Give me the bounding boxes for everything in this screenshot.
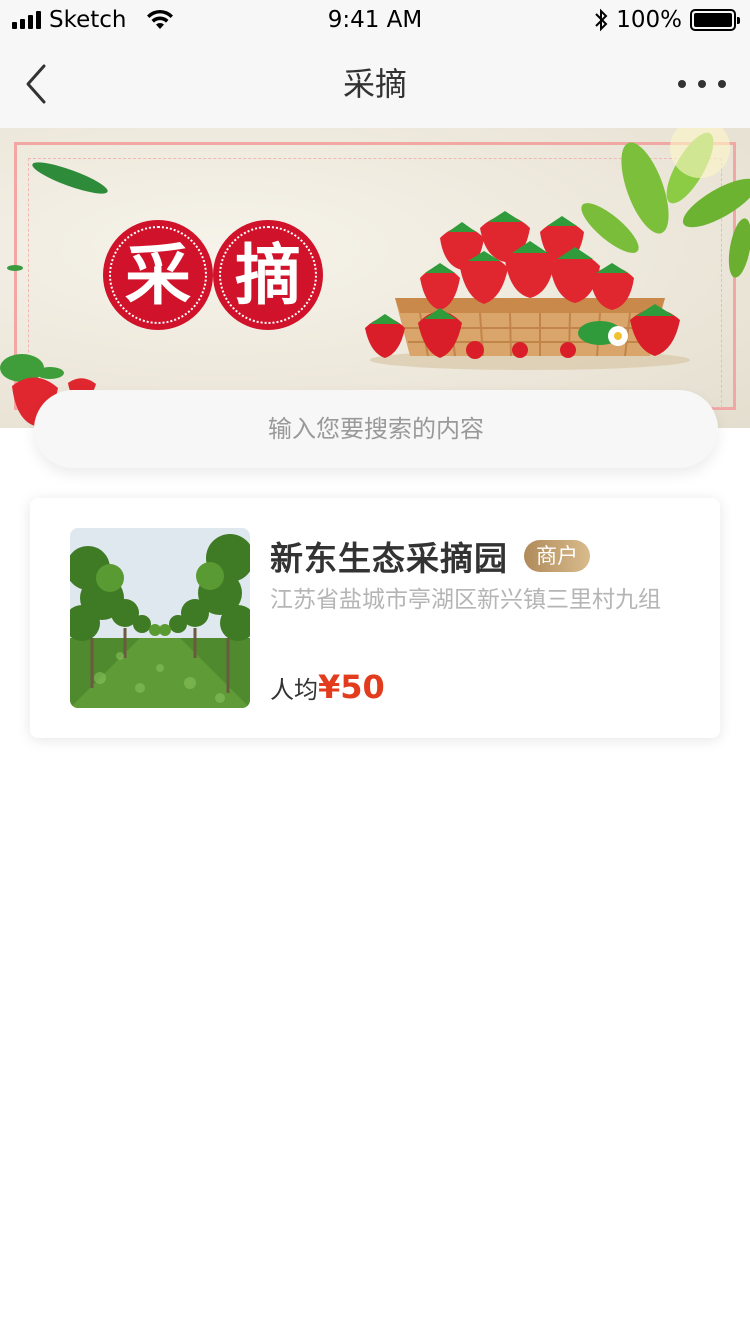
- battery-cap: [737, 17, 740, 24]
- listing-thumbnail: [70, 528, 250, 708]
- battery-percent: 100%: [616, 7, 682, 33]
- banner-badges: 采 摘: [103, 220, 323, 330]
- bluetooth-icon: [595, 8, 608, 32]
- more-dots-icon[interactable]: [678, 70, 726, 98]
- listing-name: 新东生态采摘园: [270, 539, 508, 578]
- page-title: 采摘: [342, 65, 407, 103]
- battery-icon: [690, 9, 740, 31]
- banner-badge: 摘: [213, 220, 323, 330]
- banner-badge-char: 采: [125, 236, 191, 314]
- merchant-badge: 商户: [524, 540, 590, 572]
- strawberry-basket: [365, 211, 690, 370]
- listing-address: 江苏省盐城市亭湖区新兴镇三里村九组: [270, 587, 661, 613]
- listing-price-row: 人均 ¥50: [270, 668, 385, 706]
- banner-badge-char: 摘: [235, 236, 301, 314]
- banner: 采 摘: [0, 128, 750, 428]
- status-right: 100%: [594, 6, 740, 34]
- price-label: 人均: [270, 676, 318, 704]
- listing-title-row: 新东生态采摘园 商户: [270, 532, 590, 580]
- battery-fill: [694, 13, 732, 27]
- nav-bar: 采摘: [0, 40, 750, 128]
- status-bar: Sketch 9:41 AM 100%: [0, 0, 750, 40]
- banner-badge: 采: [103, 220, 213, 330]
- price-value: ¥50: [318, 668, 385, 706]
- search-bar[interactable]: [34, 390, 718, 468]
- search-input[interactable]: [76, 399, 676, 459]
- listing-card[interactable]: 新东生态采摘园 商户 江苏省盐城市亭湖区新兴镇三里村九组 人均 ¥50: [30, 498, 720, 738]
